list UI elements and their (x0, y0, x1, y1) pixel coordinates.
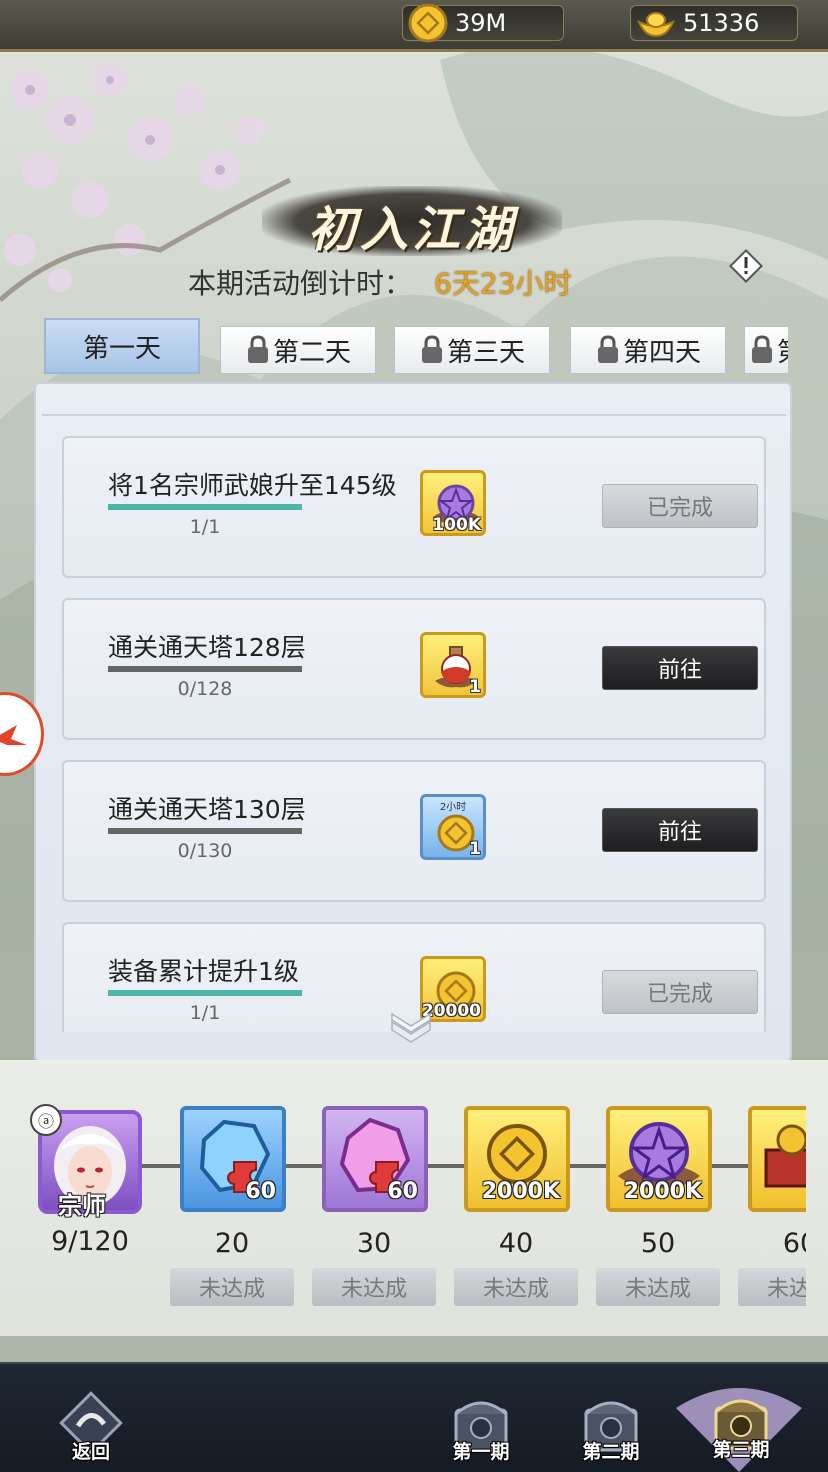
milestone-threshold: 40 (498, 1228, 534, 1259)
task-progress-fill (108, 990, 302, 996)
tab-label: 第四天 (622, 337, 701, 368)
task-title: 将1名宗师武娘升至145级 (108, 471, 397, 500)
task-list[interactable]: 将1名宗师武娘升至145级 1/1 100K 已完成 通关通天塔128层 0/1… (36, 432, 794, 1032)
milestone-reward-strip: ⓐ 宗师 9/120 60 20 未达成 60 30 未达成 2000K 40 … (0, 1060, 828, 1336)
reward-quantity: 100K (432, 515, 481, 535)
milestone-claim-button[interactable]: 未达成 (738, 1268, 806, 1306)
tab-label: 第二天 (272, 337, 351, 368)
reward-quantity: 1 (469, 677, 481, 697)
milestone-claim-button[interactable]: 未达成 (312, 1268, 436, 1306)
task-completed-button[interactable]: 已完成 (602, 484, 758, 528)
back-button[interactable]: 返回 (46, 1378, 136, 1472)
task-progress-text: 0/130 (177, 840, 233, 862)
period-2-label: 第二期 (582, 1441, 640, 1463)
task-reward[interactable]: 100K (420, 470, 486, 536)
reward-quantity: 60 (245, 1179, 276, 1204)
lock-icon (421, 335, 442, 363)
task-completed-button[interactable]: 已完成 (602, 970, 758, 1014)
milestone-reward-30[interactable]: 60 (322, 1106, 428, 1212)
avatar-badge: ⓐ (30, 1104, 62, 1136)
task-progress-bar (108, 828, 302, 834)
reward-quantity: 1 (469, 839, 481, 859)
period-3-button[interactable]: 第三期 (696, 1376, 786, 1470)
task-go-button[interactable]: 前往 (602, 808, 758, 852)
task-go-button[interactable]: 前往 (602, 646, 758, 690)
milestone-claim-button[interactable]: 未达成 (454, 1268, 578, 1306)
reward-quantity: 2000K (481, 1179, 560, 1204)
task-panel: 将1名宗师武娘升至145级 1/1 100K 已完成 通关通天塔128层 0/1… (34, 382, 792, 1062)
period-2-button[interactable]: 第二期 (566, 1378, 656, 1472)
milestone-threshold: 30 (356, 1228, 392, 1259)
countdown-label: 本期活动倒计时： (188, 267, 413, 300)
task-row: 将1名宗师武娘升至145级 1/1 100K 已完成 (62, 436, 766, 578)
side-float-button[interactable] (0, 692, 44, 776)
task-title: 通关通天塔130层 (108, 795, 306, 824)
task-row: 通关通天塔128层 0/128 1 前往 (62, 598, 766, 740)
scroll-down-chevron-icon[interactable] (388, 1010, 434, 1050)
countdown-value: 6天23小时 (434, 267, 572, 300)
currency-bar: 39M 51336 (0, 0, 828, 52)
day-tabs: 第一天 第二天 第三天 第四天 第五天 (44, 318, 788, 376)
milestone-threshold: 50 (640, 1228, 676, 1259)
info-diamond-icon[interactable] (728, 248, 764, 284)
milestone-reward-60[interactable]: 1 (748, 1106, 806, 1212)
tab-label: 第一天 (82, 333, 161, 364)
task-progress-bar (108, 504, 302, 510)
tab-day-4[interactable]: 第四天 (570, 326, 726, 374)
milestone-claim-button[interactable]: 未达成 (170, 1268, 294, 1306)
lock-icon (752, 335, 772, 363)
task-title: 通关通天塔128层 (108, 633, 306, 662)
gold-amount: 39M (455, 9, 507, 37)
reward-quantity: 60 (387, 1179, 418, 1204)
gold-ingot-icon (637, 12, 675, 38)
milestone-reward-40[interactable]: 2000K (464, 1106, 570, 1212)
task-progress-text: 0/128 (177, 678, 233, 700)
tab-day-2[interactable]: 第二天 (220, 326, 376, 374)
event-title-banner: 初入江湖 (262, 186, 562, 258)
task-progress-bar (108, 990, 302, 996)
gold-coin-icon (408, 3, 448, 43)
period-1-label: 第一期 (452, 1441, 510, 1463)
task-row: 通关通天塔130层 0/130 2小时 1 前往 (62, 760, 766, 902)
treasure-chest-icon (764, 1124, 806, 1188)
activity-score: 9/120 (51, 1226, 129, 1257)
red-bird-icon (0, 725, 27, 745)
ingot-amount: 51336 (683, 9, 760, 37)
task-progress-bar (108, 666, 302, 672)
avatar-rank-label: 宗师 (58, 1191, 106, 1220)
task-progress-fill (108, 504, 302, 510)
task-progress-text: 1/1 (189, 1002, 221, 1024)
milestone-reward-20[interactable]: 60 (180, 1106, 286, 1212)
tab-day-1[interactable]: 第一天 (44, 318, 200, 374)
milestone-threshold: 20 (214, 1228, 250, 1259)
period-3-label: 第三期 (712, 1439, 770, 1461)
task-title: 装备累计提升1级 (108, 957, 299, 986)
gold-counter[interactable]: 39M (402, 3, 564, 43)
back-label: 返回 (71, 1441, 110, 1463)
lock-icon (247, 335, 268, 363)
milestone-reward-50[interactable]: 2000K (606, 1106, 712, 1212)
reward-quantity: 2000K (623, 1179, 702, 1204)
lock-icon (597, 335, 618, 363)
tab-label: 第五天 (777, 332, 788, 369)
milestone-threshold: 60 (782, 1228, 806, 1259)
tab-day-5[interactable]: 第五天 (744, 326, 788, 374)
ingot-counter[interactable]: 51336 (630, 5, 798, 41)
panel-header-band (42, 392, 786, 416)
event-countdown: 本期活动倒计时： 6天23小时 (188, 262, 571, 302)
tab-label: 第三天 (446, 337, 525, 368)
milestone-list[interactable]: ⓐ 宗师 9/120 60 20 未达成 60 30 未达成 2000K 40 … (0, 1060, 806, 1336)
task-reward[interactable]: 1 (420, 632, 486, 698)
milestone-claim-button[interactable]: 未达成 (596, 1268, 720, 1306)
tab-day-3[interactable]: 第三天 (394, 326, 550, 374)
event-title: 初入江湖 (307, 202, 516, 258)
task-reward[interactable]: 2小时 1 (420, 794, 486, 860)
task-progress-text: 1/1 (189, 516, 221, 538)
period-1-button[interactable]: 第一期 (436, 1378, 526, 1472)
